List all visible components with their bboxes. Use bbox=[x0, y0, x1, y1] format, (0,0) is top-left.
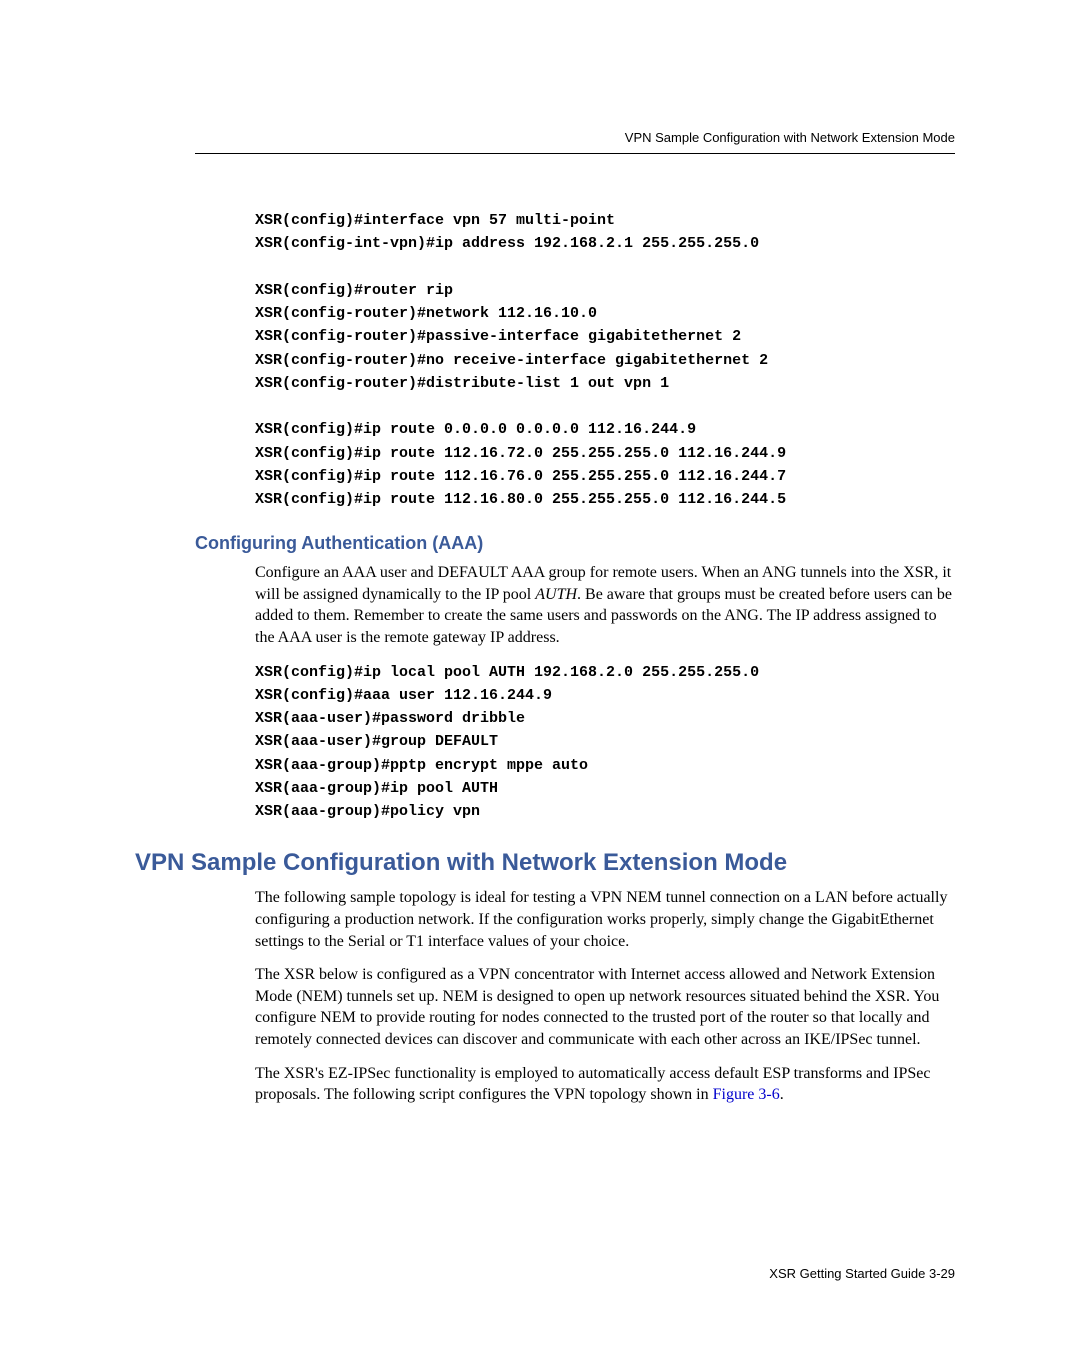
figure-link[interactable]: Figure 3-6 bbox=[713, 1086, 780, 1103]
header-rule bbox=[195, 153, 955, 154]
para4-text-a: The XSR's EZ-IPSec functionality is empl… bbox=[255, 1065, 930, 1104]
code-block-2: XSR(config)#ip local pool AUTH 192.168.2… bbox=[255, 661, 955, 824]
paragraph-aaa-intro: Configure an AAA user and DEFAULT AAA gr… bbox=[255, 562, 955, 648]
page-footer: XSR Getting Started Guide 3-29 bbox=[195, 1266, 955, 1281]
paragraph-nem-2: The XSR below is configured as a VPN con… bbox=[255, 964, 955, 1050]
section-heading: VPN Sample Configuration with Network Ex… bbox=[135, 849, 955, 877]
running-head: VPN Sample Configuration with Network Ex… bbox=[195, 130, 955, 145]
code-block-1: XSR(config)#interface vpn 57 multi-point… bbox=[255, 209, 955, 511]
paragraph-nem-3: The XSR's EZ-IPSec functionality is empl… bbox=[255, 1063, 955, 1106]
paragraph-nem-1: The following sample topology is ideal f… bbox=[255, 887, 955, 952]
para4-text-b: . bbox=[780, 1086, 784, 1103]
subsection-heading: Configuring Authentication (AAA) bbox=[195, 533, 955, 554]
para1-italic: AUTH bbox=[535, 586, 577, 603]
